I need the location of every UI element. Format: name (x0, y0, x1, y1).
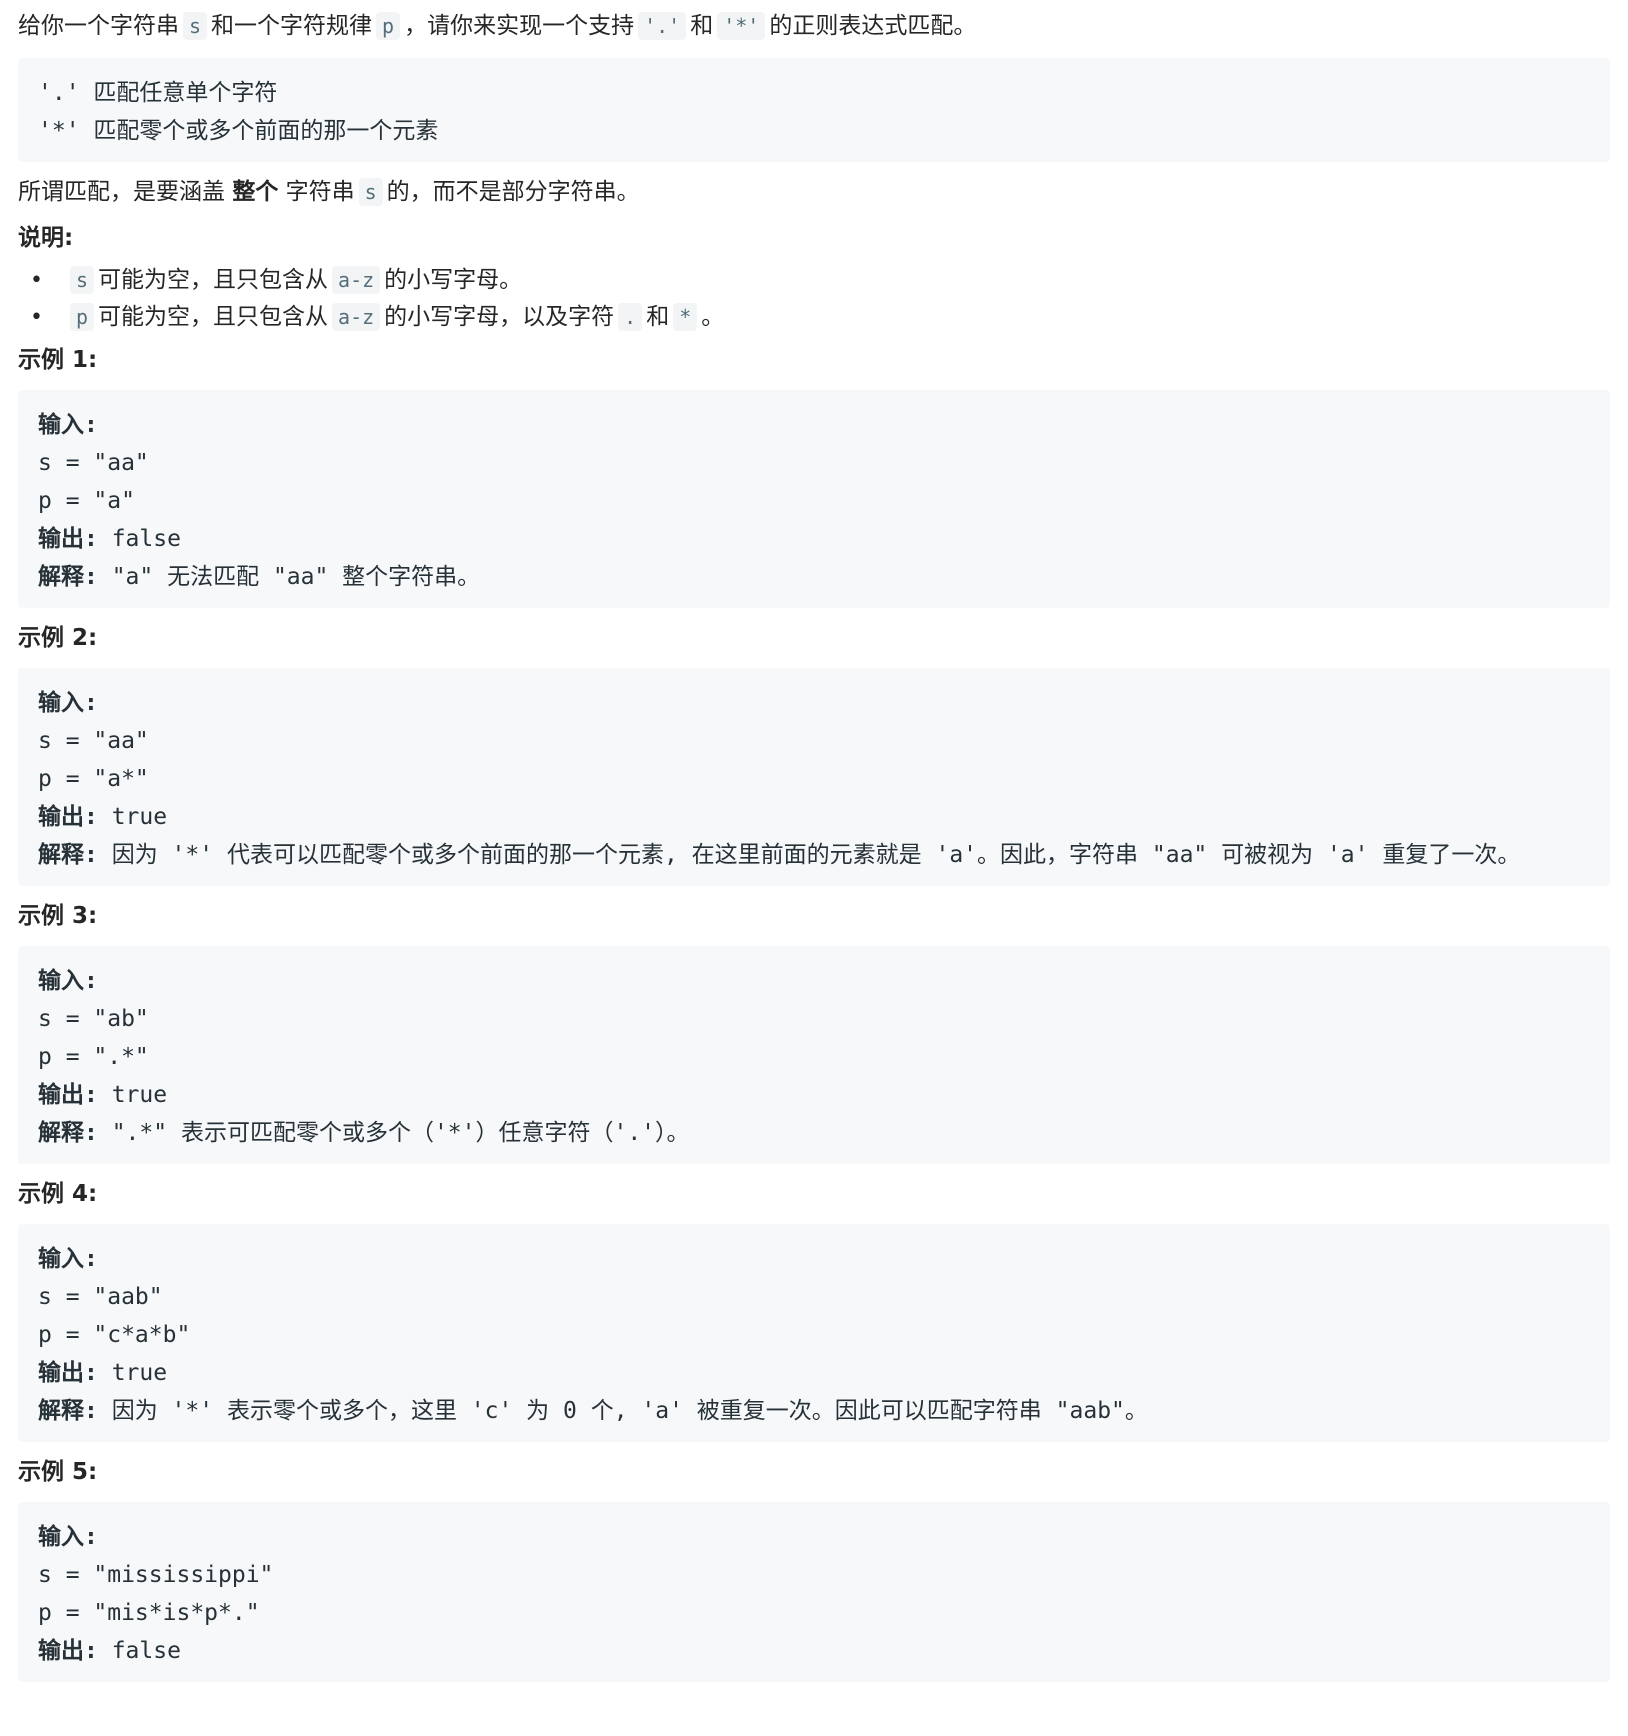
output-value: true (97, 804, 168, 830)
bullet: • (30, 268, 43, 293)
example-code-block: 输入: s = "aa" p = "a" 输出: false 解释: "a" 无法匹配 … (18, 390, 1610, 608)
intro-paragraph: 给你一个字符串 s 和一个字符规律 p ，请你来实现一个支持 '.' 和 '*' 的正则表达式匹… (18, 8, 1610, 44)
note-text: 的，而不是部分字符串。 (386, 179, 640, 205)
output-line: 输出: true (38, 798, 1590, 836)
input-label: 输入: (38, 690, 98, 716)
s-line: s = "mississippi" (38, 1562, 274, 1588)
code-star: * (673, 303, 698, 331)
s-line: s = "aab" (38, 1284, 163, 1310)
explain-line: 解释: ".*" 表示可匹配零个或多个（'*'）任意字符（'.'）。 (38, 1114, 1590, 1152)
code-range: a-z (332, 266, 381, 294)
input-label: 输入: (38, 968, 98, 994)
intro-text: 给你一个字符串 (18, 13, 179, 39)
explain-label: 解释: (38, 1398, 98, 1424)
example-code-block: 输入: s = "aa" p = "a*" 输出: true 解释: 因为 '*' 代表… (18, 668, 1610, 886)
output-value: false (97, 1638, 181, 1664)
intro-text: 的正则表达式匹配。 (769, 13, 977, 39)
p-line: p = "a" (38, 488, 135, 514)
s-line: s = "ab" (38, 1006, 149, 1032)
example-code-block: 输入: s = "aab" p = "c*a*b" 输出: true 解释: 因为 '*… (18, 1224, 1610, 1442)
intro-text: 和 (690, 13, 714, 39)
explain-text: 因为 '*' 代表可以匹配零个或多个前面的那一个元素, 在这里前面的元素就是 '… (97, 842, 1521, 868)
output-label: 输出: (38, 1360, 98, 1386)
p-line: p = "a*" (38, 766, 149, 792)
s-line: s = "aa" (38, 728, 149, 754)
output-value: true (97, 1360, 168, 1386)
p-line: p = "c*a*b" (38, 1322, 191, 1348)
code-p: p (376, 12, 401, 40)
explain-text: "a" 无法匹配 "aa" 整个字符串。 (97, 564, 481, 590)
p-line: p = ".*" (38, 1044, 149, 1070)
bold-whole: 整个 (232, 179, 279, 205)
note-text: 和 (646, 304, 670, 330)
explain-label: 解释: (38, 1120, 98, 1146)
code-s: s (183, 12, 208, 40)
code-dot: . (618, 303, 643, 331)
bullet: • (30, 305, 43, 330)
notes-list: • s 可能为空，且只包含从 a-z 的小写字母。 • p 可能为空，且只包含从 a-z 的小写… (18, 262, 1610, 336)
note-text: 。 (701, 304, 725, 330)
explain-line: 解释: "a" 无法匹配 "aa" 整个字符串。 (38, 558, 1590, 596)
output-value: true (97, 1082, 168, 1108)
s-line: s = "aa" (38, 450, 149, 476)
intro-text: ，请你来实现一个支持 (404, 13, 635, 39)
code-dot: '.' (638, 12, 687, 40)
output-label: 输出: (38, 804, 98, 830)
problem-description: 给你一个字符串 s 和一个字符规律 p ，请你来实现一个支持 '.' 和 '*' 的正则表达式匹… (0, 0, 1628, 1736)
note-text: 字符串 (285, 179, 355, 205)
rules-code-block: '.' 匹配任意单个字符 '*' 匹配零个或多个前面的那一个元素 (18, 58, 1610, 162)
note-text: 的小写字母，以及字符 (384, 304, 615, 330)
explain-line: 解释: 因为 '*' 代表可以匹配零个或多个前面的那一个元素, 在这里前面的元素… (38, 836, 1590, 874)
output-line: 输出: true (38, 1354, 1590, 1392)
match-note: 所谓匹配，是要涵盖 整个 字符串 s 的，而不是部分字符串。 (18, 174, 1610, 210)
list-item: • p 可能为空，且只包含从 a-z 的小写字母，以及字符. 和 *。 (30, 299, 1610, 336)
explain-label: 解释: (38, 564, 98, 590)
input-label: 输入: (38, 412, 98, 438)
output-label: 输出: (38, 1082, 98, 1108)
example-heading: 示例 5: (18, 1459, 98, 1485)
code-s: s (358, 178, 383, 206)
input-label: 输入: (38, 1524, 98, 1550)
explain-label: 解释: (38, 842, 98, 868)
example-heading: 示例 2: (18, 625, 98, 651)
code-p: p (70, 303, 95, 331)
code-star: '*' (717, 12, 766, 40)
example-heading: 示例 1: (18, 347, 98, 373)
rule-line: '.' 匹配任意单个字符 (38, 80, 278, 106)
example-heading: 示例 4: (18, 1181, 98, 1207)
rule-line: '*' 匹配零个或多个前面的那一个元素 (38, 118, 439, 144)
code-range: a-z (332, 303, 381, 331)
p-line: p = "mis*is*p*." (38, 1600, 260, 1626)
note-text: 可能为空，且只包含从 (98, 304, 329, 330)
note-text: 所谓匹配，是要涵盖 (18, 179, 225, 205)
output-line: 输出: false (38, 1632, 1590, 1670)
code-s: s (70, 266, 95, 294)
output-label: 输出: (38, 526, 98, 552)
note-text: 的小写字母。 (384, 267, 523, 293)
explain-text: 因为 '*' 表示零个或多个，这里 'c' 为 0 个, 'a' 被重复一次。因… (97, 1398, 1148, 1424)
output-line: 输出: true (38, 1076, 1590, 1114)
output-label: 输出: (38, 1638, 98, 1664)
explain-line: 解释: 因为 '*' 表示零个或多个，这里 'c' 为 0 个, 'a' 被重复… (38, 1392, 1590, 1430)
list-item: • s 可能为空，且只包含从 a-z 的小写字母。 (30, 262, 1610, 299)
notes-heading: 说明: (18, 225, 74, 251)
output-line: 输出: false (38, 520, 1590, 558)
example-heading: 示例 3: (18, 903, 98, 929)
note-text: 可能为空，且只包含从 (98, 267, 329, 293)
input-label: 输入: (38, 1246, 98, 1272)
example-code-block: 输入: s = "ab" p = ".*" 输出: true 解释: ".*" 表示可匹… (18, 946, 1610, 1164)
example-code-block: 输入: s = "mississippi" p = "mis*is*p*." 输出: … (18, 1502, 1610, 1682)
explain-text: ".*" 表示可匹配零个或多个（'*'）任意字符（'.'）。 (97, 1120, 690, 1146)
output-value: false (97, 526, 181, 552)
intro-text: 和一个字符规律 (211, 13, 373, 39)
